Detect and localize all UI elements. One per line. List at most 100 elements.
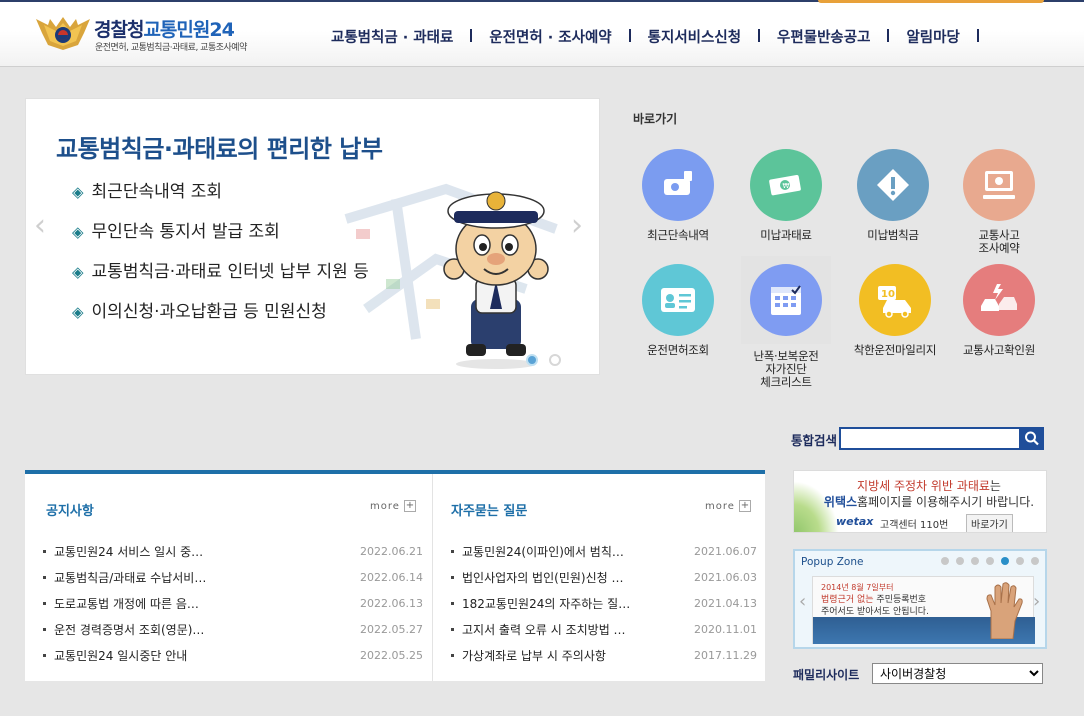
popup-prev-arrow-icon[interactable]: ‹ <box>799 591 806 612</box>
bullet-icon <box>43 627 46 631</box>
list-item-date: 2021.06.07 <box>694 544 757 558</box>
diamond-bullet-icon: ◈ <box>72 223 84 241</box>
faq-title[interactable]: 자주묻는 질문 <box>451 500 527 519</box>
quick-link-hover-bg <box>741 256 831 344</box>
nav-notice[interactable]: 알림마당 <box>906 26 959 47</box>
popup-dot[interactable] <box>1031 557 1039 565</box>
list-item[interactable]: 고지서 출력 오류 시 조치방법 … 2020.11.01 <box>451 616 757 642</box>
list-item[interactable]: 교통민원24 서비스 일시 중… 2022.06.21 <box>43 538 423 564</box>
popup-image[interactable]: 2014년 8월 7일부터 법령근거 없는 주민등록번호 주어서도 받아서도 안… <box>812 576 1035 644</box>
search-icon <box>1025 431 1039 446</box>
integrated-search-input[interactable] <box>839 427 1021 450</box>
list-item-date: 2017.11.29 <box>694 648 757 662</box>
logo-title: 경찰청교통민원24 <box>94 19 235 41</box>
notice-title[interactable]: 공지사항 <box>46 500 94 519</box>
list-item[interactable]: 교통민원24(이파인)에서 범칙… 2021.06.07 <box>451 538 757 564</box>
svg-text:₩: ₩ <box>783 182 790 190</box>
quick-link-circle <box>642 149 714 221</box>
diamond-bullet-icon: ◈ <box>72 183 84 201</box>
bullet-icon <box>451 601 454 605</box>
popup-dot[interactable] <box>956 557 964 565</box>
popup-dot[interactable] <box>1001 557 1009 565</box>
calendar-icon <box>771 285 801 315</box>
banner-dot[interactable] <box>549 354 561 366</box>
list-item[interactable]: 교통민원24 일시중단 안내 2022.05.25 <box>43 642 423 668</box>
car-icon: 10 <box>878 286 911 318</box>
list-item-title: 운전 경력증명서 조회(영문)… <box>54 622 205 637</box>
site-header: 경찰청교통민원24 운전면허, 교통범칙금·과태료, 교통조사예약 교통범칙금 … <box>0 0 1084 67</box>
banner-next-arrow-icon[interactable]: › <box>571 211 583 241</box>
notice-more-button[interactable]: more + <box>370 500 416 512</box>
site-logo[interactable]: 경찰청교통민원24 운전면허, 교통범칙금·과태료, 교통조사예약 <box>34 13 264 55</box>
quick-link-circle: ₩ <box>750 149 822 221</box>
list-item[interactable]: 182교통민원24의 자주하는 질… 2021.04.13 <box>451 590 757 616</box>
quick-link-circle <box>750 264 822 336</box>
bullet-icon <box>43 575 46 579</box>
list-item[interactable]: 도로교통법 개정에 따른 음… 2022.06.13 <box>43 590 423 616</box>
nav-separator <box>628 29 631 42</box>
quick-link-label: 난폭·보복운전 자가진단 체크리스트 <box>753 349 819 389</box>
banner-list: ◈ 최근단속내역 조회 ◈ 무인단속 통지서 발급 조회 ◈ 교통범칙금·과태료 인터… <box>72 179 369 339</box>
list-item-date: 2021.04.13 <box>694 596 757 610</box>
wetax-line1: 지방세 주정차 위반 과태료는 <box>857 479 1001 493</box>
banner-list-item: ◈ 무인단속 통지서 발급 조회 <box>72 219 369 259</box>
quick-link-accident-reservation[interactable]: 교통사고 조사예약 <box>944 149 1054 255</box>
accident-icon <box>981 284 1017 311</box>
quick-link-unpaid-penalties[interactable]: 미납범칙금 <box>838 149 948 242</box>
quick-link-circle <box>642 264 714 336</box>
banner-list-item: ◈ 최근단속내역 조회 <box>72 179 369 219</box>
quick-link-license-check[interactable]: 운전면허조회 <box>623 264 733 357</box>
quick-link-recent-violations[interactable]: 최근단속내역 <box>623 149 733 242</box>
popup-zone: Popup Zone 2014년 8월 7일부터 법령근거 없는 주민등록번호 … <box>793 549 1047 649</box>
popup-next-arrow-icon[interactable]: › <box>1033 591 1040 612</box>
list-item-date: 2022.06.13 <box>360 596 423 610</box>
main-nav: 교통범칙금 · 과태료 운전면허 · 조사예약 통지서비스신청 우편물반송공고 … <box>331 26 996 47</box>
more-label: more <box>705 500 735 512</box>
popup-dot[interactable] <box>986 557 994 565</box>
nav-notify[interactable]: 통지서비스신청 <box>648 26 741 47</box>
list-item[interactable]: 운전 경력증명서 조회(영문)… 2022.05.27 <box>43 616 423 642</box>
nav-license[interactable]: 운전면허 · 조사예약 <box>489 26 611 47</box>
plus-icon: + <box>738 500 751 512</box>
list-item[interactable]: 법인사업자의 법인(민원)신청 … 2021.06.03 <box>451 564 757 590</box>
nav-returned-mail[interactable]: 우편물반송공고 <box>777 26 870 47</box>
logo-subtitle: 운전면허, 교통범칙금·과태료, 교통조사예약 <box>95 43 247 53</box>
list-item-title: 가상계좌로 납부 시 주의사항 <box>462 648 606 663</box>
quick-link-good-driving-mileage[interactable]: 10 착한운전마일리지 <box>840 264 950 357</box>
bullet-icon <box>43 653 46 657</box>
stop-hand-icon <box>986 582 1023 639</box>
top-accent-bar <box>818 0 1044 3</box>
diamond-bullet-icon: ◈ <box>72 263 84 281</box>
quick-link-circle <box>963 149 1035 221</box>
bullet-icon <box>451 653 454 657</box>
list-item-title: 도로교통법 개정에 따른 음… <box>54 596 199 611</box>
wetax-shortcut-button[interactable]: 바로가기 <box>966 514 1013 532</box>
family-site-select[interactable]: 사이버경찰청 <box>872 663 1043 684</box>
faq-more-button[interactable]: more + <box>705 500 751 512</box>
notice-list: 교통민원24 서비스 일시 중… 2022.06.21 교통범칙금/과태료 수납서… <box>43 538 423 668</box>
main-banner: 교통범칙금·과태료의 편리한 납부 ◈ 최근단속내역 조회 ◈ 무인단속 통지서 발… <box>25 98 600 375</box>
list-item[interactable]: 가상계좌로 납부 시 주의사항 2017.11.29 <box>451 642 757 668</box>
popup-dot[interactable] <box>941 557 949 565</box>
banner-prev-arrow-icon[interactable]: ‹ <box>34 211 46 241</box>
banner-dot[interactable] <box>526 354 538 366</box>
list-item-date: 2022.06.14 <box>360 570 423 584</box>
bullet-icon <box>451 549 454 553</box>
camera-icon <box>664 171 692 195</box>
search-button[interactable] <box>1020 427 1044 450</box>
popup-dot[interactable] <box>971 557 979 565</box>
quick-link-circle <box>963 264 1035 336</box>
quick-link-reckless-driving-checklist[interactable]: 난폭·보복운전 자가진단 체크리스트 <box>731 256 841 389</box>
faq-list: 교통민원24(이파인)에서 범칙… 2021.06.07 법인사업자의 법인(민원… <box>451 538 757 668</box>
svg-text:10: 10 <box>881 289 895 300</box>
quick-link-accident-certificate[interactable]: 교통사고확인원 <box>944 264 1054 357</box>
quick-link-unpaid-fines[interactable]: ₩ 미납과태료 <box>731 149 841 242</box>
quick-links-title: 바로가기 <box>633 112 678 126</box>
list-item[interactable]: 교통범칙금/과태료 수납서비… 2022.06.14 <box>43 564 423 590</box>
list-item-date: 2022.05.27 <box>360 622 423 636</box>
wetax-banner[interactable]: 지방세 주정차 위반 과태료는 위택스홈페이지를 이용해주시기 바랍니다. we… <box>793 470 1047 533</box>
list-item-title: 182교통민원24의 자주하는 질… <box>462 596 631 611</box>
nav-fines[interactable]: 교통범칙금 · 과태료 <box>331 26 453 47</box>
popup-dot[interactable] <box>1016 557 1024 565</box>
board-panel: 공지사항 more + 교통민원24 서비스 일시 중… 2022.06.21 교통… <box>25 470 765 681</box>
